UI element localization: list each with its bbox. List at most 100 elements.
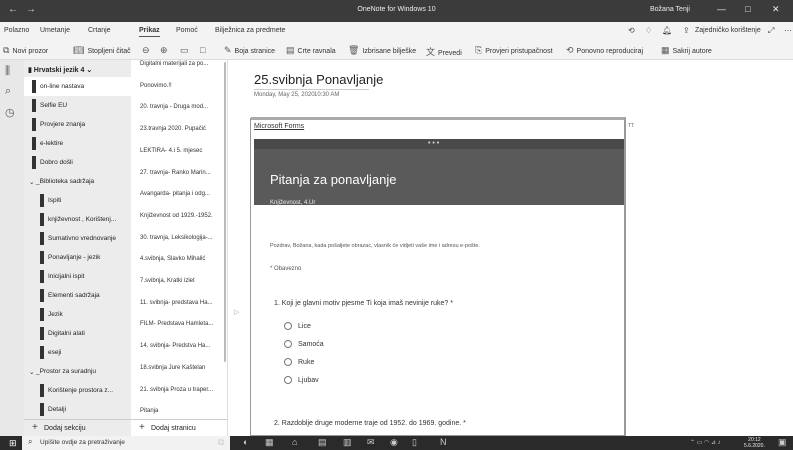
microsoft-forms-link[interactable]: Microsoft Forms (254, 123, 304, 130)
page-item[interactable]: 30. travnja, Leksikologija-... (131, 227, 227, 249)
option-samoca[interactable]: Samoća (284, 340, 324, 348)
taskbar-search[interactable]: ⌕ Upišite ovdje za pretraživanje (22, 436, 230, 450)
onenote-icon[interactable]: N (440, 437, 447, 447)
more-options-icon[interactable]: • • • (428, 140, 439, 147)
section-item[interactable]: Detalji (24, 400, 131, 419)
radio-icon[interactable] (284, 322, 292, 330)
page-width-button[interactable]: ▭ (180, 45, 192, 56)
hide-authors-button[interactable]: ▦ Sakrij autore (661, 45, 712, 56)
recent-icon[interactable]: ◷ (5, 106, 15, 119)
section-item[interactable]: književnost , Korištenj... (24, 210, 131, 229)
section-item[interactable]: Ponavljanje - jezik (24, 248, 131, 267)
windows-start-icon[interactable]: ⊞ (9, 438, 17, 449)
explorer-icon[interactable]: ⌂ (292, 437, 297, 447)
option-ljubav[interactable]: Ljubav (284, 376, 319, 384)
system-clock[interactable]: 20:12 5.6.2020. (744, 437, 765, 449)
excel-icon[interactable]: ▥ (343, 437, 352, 448)
page-title[interactable]: 25.svibnja Ponavljanje (254, 72, 383, 87)
menu-biljeznica[interactable]: Bilježnica za predmete (215, 27, 285, 34)
section-group[interactable]: ⌄ _Biblioteka sadržaja (24, 172, 131, 191)
add-page-button[interactable]: + Dodaj stranicu (131, 419, 227, 436)
maximize-icon[interactable]: □ (745, 4, 750, 14)
section-item[interactable]: Digitalni alati (24, 324, 131, 343)
lightbulb-icon[interactable]: ♢ (645, 26, 652, 35)
embed-handle[interactable] (251, 117, 626, 120)
page-item[interactable]: FILM- Predstava Hamleta... (131, 313, 227, 335)
replay-button[interactable]: ⟲ Ponovno reproduciraj (566, 45, 643, 56)
zoom-out-button[interactable]: ⊖ (142, 45, 153, 56)
mail-icon[interactable]: ✉ (367, 437, 375, 448)
page-item[interactable]: LEKTIRA- 4.i 5. mjesec (131, 140, 227, 162)
minimize-icon[interactable]: — (717, 4, 726, 14)
section-item[interactable]: Sumativno vrednovanje (24, 229, 131, 248)
new-window-button[interactable]: ⧉ Novi prozor (3, 45, 48, 56)
zoom-in-button[interactable]: ⊕ (160, 45, 171, 56)
collapse-arrow-icon[interactable]: ▷ (234, 308, 239, 316)
close-icon[interactable]: ✕ (772, 4, 780, 15)
section-item[interactable]: Dobro došli (24, 153, 131, 172)
page-item[interactable]: 23.travnja 2020. Pupačić (131, 118, 227, 140)
page-item[interactable]: 7.svibnja, Kratki izlet (131, 270, 227, 292)
menu-polazno[interactable]: Polazno (4, 27, 29, 34)
section-group[interactable]: ⌄ _Prostor za suradnju (24, 362, 131, 381)
section-item[interactable]: Selfie EU (24, 96, 131, 115)
radio-icon[interactable] (284, 358, 292, 366)
store-icon[interactable]: ▦ (265, 437, 274, 448)
page-item[interactable]: 11. svibnja- predstava Ha... (131, 292, 227, 314)
notifications-icon[interactable]: ▣ (778, 437, 787, 448)
menu-prikaz[interactable]: Prikaz (139, 27, 160, 37)
more-icon[interactable]: ⋯ (784, 26, 792, 35)
word-icon[interactable]: ▤ (318, 437, 327, 448)
page-item[interactable]: 20. travnja - Druga mod... (131, 96, 227, 118)
page-item[interactable]: Književnost od 1929.-1952. (131, 205, 227, 227)
share-icon[interactable]: ⇪ (683, 26, 690, 35)
section-item[interactable]: Ispiti (24, 191, 131, 210)
radio-icon[interactable] (284, 376, 292, 384)
radio-icon[interactable] (284, 340, 292, 348)
page-canvas[interactable]: 25.svibnja Ponavljanje Monday, May 25, 2… (228, 60, 793, 436)
section-item[interactable]: e-lektire (24, 134, 131, 153)
section-item[interactable]: on-line nastava (24, 77, 131, 96)
search-icon[interactable]: ⌕ (5, 85, 11, 98)
menu-crtanje[interactable]: Crtanje (88, 27, 111, 34)
page-item[interactable]: 18.svibnja Jure Kaštelan (131, 357, 227, 379)
bell-icon[interactable]: 🔔︎ (662, 26, 672, 35)
page-item[interactable]: 14. svibnja- Predstva Ha... (131, 335, 227, 357)
page-item[interactable]: Ponovimo.!! (131, 75, 227, 97)
notebook-selector[interactable]: ▮ Hrvatski jezik 4 ⌄ (28, 66, 92, 74)
pages-scrollbar[interactable] (224, 62, 226, 362)
page-item[interactable]: Avangarda- pitanja i odg... (131, 183, 227, 205)
page-item[interactable]: 4.svibnja, Slavko Mihalić (131, 248, 227, 270)
task-view-icon[interactable]: ⧉ (218, 437, 224, 448)
rule-lines-button[interactable]: ▤ Crte ravnala (286, 45, 336, 56)
menu-umetanje[interactable]: Umetanje (40, 27, 70, 34)
full-page-button[interactable]: □ (200, 45, 208, 55)
user-name[interactable]: Božana Tenji (650, 6, 690, 13)
menu-pomoc[interactable]: Pomoć (176, 27, 198, 34)
translate-button[interactable]: 文 Prevedi (426, 45, 462, 58)
page-color-button[interactable]: ✎ Boja stranice (224, 45, 275, 56)
page-item[interactable]: Digitalni materijali za po... (131, 60, 227, 75)
section-item[interactable]: Provjere znanja (24, 115, 131, 134)
section-item[interactable]: Inicijalni ispit (24, 267, 131, 286)
section-item[interactable]: Korištenje prostora z... (24, 381, 131, 400)
app-icon[interactable]: ▯ (412, 437, 417, 448)
section-item[interactable]: Elementi sadržaja (24, 286, 131, 305)
edge-icon[interactable]: ◐ (243, 437, 248, 447)
option-ruke[interactable]: Ruke (284, 358, 314, 366)
chrome-icon[interactable]: ◉ (390, 437, 398, 448)
section-item[interactable]: eseji (24, 343, 131, 362)
system-tray-icons[interactable]: ⌃ ▭ ◠ ⊿ ♪ (690, 439, 721, 446)
option-lice[interactable]: Lice (284, 322, 311, 330)
section-item[interactable]: Jezik (24, 305, 131, 324)
accessibility-button[interactable]: ⎘ Provjeri pristupačnost (475, 45, 553, 56)
add-section-button[interactable]: + Dodaj sekciju (24, 419, 131, 436)
notebooks-icon[interactable]: ⫼ (5, 65, 10, 78)
share-button[interactable]: Zajedničko korištenje (695, 27, 761, 34)
expand-icon[interactable]: ⤢ (768, 26, 774, 36)
page-item[interactable]: 27. travnja- Ranko Marin... (131, 162, 227, 184)
immersive-reader-button[interactable]: 📖︎ Stopljeni čitač (73, 45, 131, 56)
page-item[interactable]: 21. svibnja Proza u traper... (131, 379, 227, 401)
notifications-icon[interactable]: ⟲ (628, 26, 635, 35)
deleted-notes-button[interactable]: 🗑︎ Izbrisane bilješke (348, 45, 416, 56)
